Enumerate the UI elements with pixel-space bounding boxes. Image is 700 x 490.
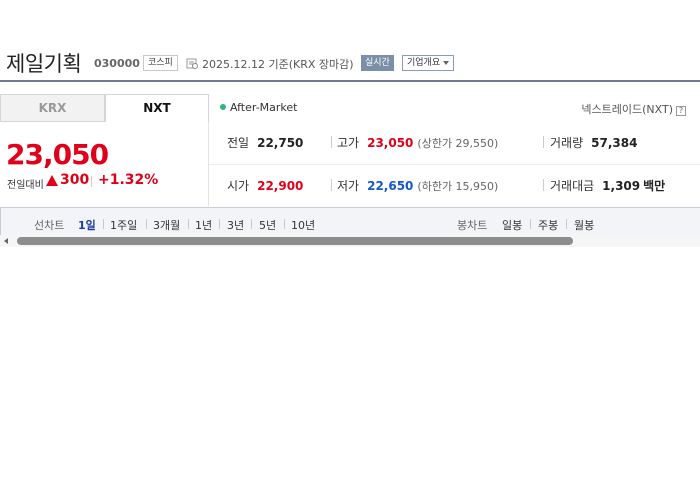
help-icon[interactable]: ? bbox=[676, 106, 686, 116]
lower-limit: (하한가 15,950) bbox=[417, 180, 499, 193]
stat-label: 거래대금 bbox=[550, 179, 595, 193]
header-divider bbox=[0, 80, 700, 82]
stat-divider bbox=[331, 179, 332, 191]
period-divider bbox=[566, 219, 567, 229]
stat-value: 22,900 bbox=[257, 179, 304, 193]
line-chart-label: 선차트 bbox=[34, 219, 65, 232]
change-divider bbox=[91, 176, 92, 187]
stat-label: 시가 bbox=[227, 179, 250, 193]
stat-high: 고가 23,050 (상한가 29,550) bbox=[337, 134, 498, 151]
candle-weekly[interactable]: 주봉 bbox=[538, 217, 558, 233]
venue-name: 넥스트레이드(NXT)? bbox=[581, 101, 686, 117]
company-overview-label: 기업개요 bbox=[407, 58, 441, 68]
chart-tab-bar: 선차트 1일 1주일 3개월 1년 3년 5년 10년 봉차트 일봉 주봉 월봉 bbox=[0, 207, 700, 235]
stat-label: 전일 bbox=[227, 136, 250, 150]
stat-divider bbox=[331, 136, 332, 148]
date-basis: 기준(KRX 장마감) bbox=[268, 58, 354, 71]
session-status: After-Market bbox=[220, 101, 298, 114]
realtime-button[interactable]: 실시간 bbox=[361, 55, 394, 71]
stat-value: 22,650 bbox=[367, 179, 414, 193]
horizontal-scrollbar[interactable] bbox=[0, 235, 700, 247]
market-badge: 코스피 bbox=[143, 55, 178, 71]
stock-header: 제일기획 030000 코스피 2025.12.12 기준(KRX 장마감) 실… bbox=[0, 46, 700, 80]
calendar-icon bbox=[186, 58, 198, 69]
period-5y[interactable]: 5년 bbox=[259, 217, 276, 233]
period-divider bbox=[188, 219, 189, 229]
period-3y[interactable]: 3년 bbox=[227, 217, 244, 233]
period-3m[interactable]: 3개월 bbox=[153, 217, 180, 233]
scroll-left-arrow-icon[interactable] bbox=[4, 238, 8, 244]
venue-label: 넥스트레이드(NXT) bbox=[581, 103, 673, 116]
change-value: 300 bbox=[60, 172, 90, 188]
period-1y[interactable]: 1년 bbox=[195, 217, 212, 233]
chevron-down-icon bbox=[443, 60, 450, 65]
period-divider bbox=[219, 219, 220, 229]
up-arrow-icon bbox=[46, 175, 58, 186]
stat-label: 고가 bbox=[337, 136, 360, 150]
stat-value: 22,750 bbox=[257, 136, 304, 150]
period-1w[interactable]: 1주일 bbox=[110, 217, 137, 233]
session-status-label: After-Market bbox=[230, 101, 298, 114]
change-label: 전일대비 bbox=[7, 180, 44, 191]
current-price: 23,050 bbox=[6, 138, 109, 171]
stat-volume: 거래량 57,384 bbox=[550, 134, 637, 151]
stat-divider bbox=[543, 136, 544, 148]
stat-prev-close: 전일 22,750 bbox=[227, 134, 303, 151]
row-divider bbox=[209, 164, 700, 165]
candle-chart-label: 봉차트 bbox=[457, 219, 488, 232]
price-panel: 23,050 전일대비 300 +1.32% bbox=[0, 122, 209, 206]
quote-date: 2025.12.12 기준(KRX 장마감) bbox=[202, 56, 354, 72]
period-divider bbox=[251, 219, 252, 229]
stat-label: 거래량 bbox=[550, 136, 584, 150]
period-10y[interactable]: 10년 bbox=[291, 217, 315, 233]
candle-monthly[interactable]: 월봉 bbox=[574, 217, 594, 233]
period-divider bbox=[146, 219, 147, 229]
period-divider bbox=[103, 219, 104, 229]
status-dot-icon bbox=[220, 104, 226, 110]
stat-open: 시가 22,900 bbox=[227, 177, 303, 194]
stat-unit: 백만 bbox=[643, 179, 666, 193]
candle-daily[interactable]: 일봉 bbox=[502, 217, 522, 233]
scrollbar-thumb[interactable] bbox=[17, 237, 573, 245]
period-divider bbox=[284, 219, 285, 229]
company-overview-dropdown[interactable]: 기업개요 bbox=[402, 55, 455, 71]
upper-limit: (상한가 29,550) bbox=[417, 137, 499, 150]
tab-nxt[interactable]: NXT bbox=[105, 94, 209, 122]
stat-value: 23,050 bbox=[367, 136, 414, 150]
stat-turnover: 거래대금 1,309 백만 bbox=[550, 177, 665, 194]
period-divider bbox=[530, 219, 531, 229]
change-rate: +1.32% bbox=[98, 172, 159, 188]
company-name: 제일기획 bbox=[6, 52, 82, 76]
stat-label: 저가 bbox=[337, 179, 360, 193]
stat-value: 1,309 bbox=[602, 179, 641, 193]
stat-divider bbox=[543, 179, 544, 191]
tab-krx[interactable]: KRX bbox=[0, 94, 105, 122]
stat-value: 57,384 bbox=[591, 136, 638, 150]
stat-low: 저가 22,650 (하한가 15,950) bbox=[337, 177, 498, 194]
stock-code: 030000 bbox=[94, 57, 140, 70]
period-1d[interactable]: 1일 bbox=[78, 217, 96, 233]
date-value: 2025.12.12 bbox=[202, 58, 265, 71]
